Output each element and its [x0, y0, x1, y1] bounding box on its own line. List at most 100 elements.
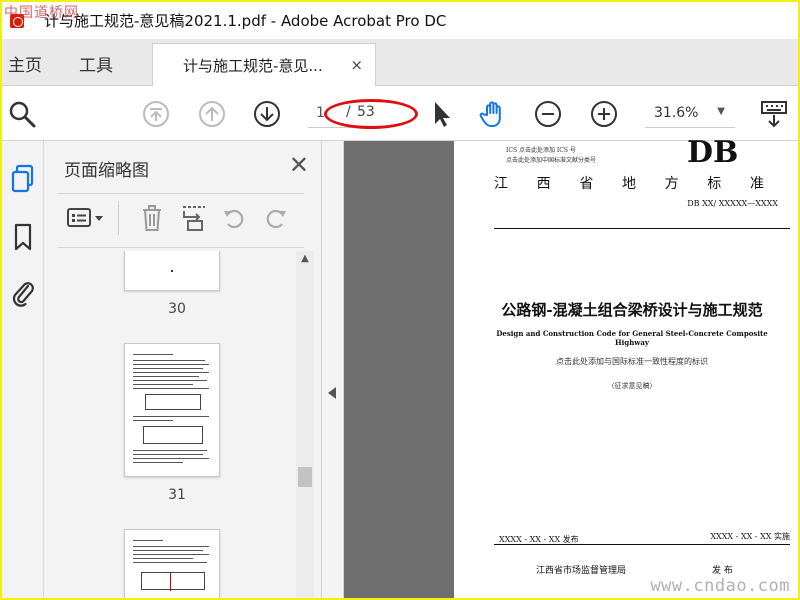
zoom-in-button[interactable]	[588, 98, 620, 130]
thumbnail-dot	[171, 270, 173, 272]
main-toolbar: 1 / 53 31.6% ▼	[2, 86, 798, 141]
rotate-left-icon	[224, 209, 244, 229]
standard-char: 省	[579, 176, 594, 192]
plus-circle-icon	[591, 101, 617, 127]
consistency-note: 点击此处添加与国际标准一致性程度的标识	[556, 357, 708, 366]
page-thumbnails-button[interactable]	[2, 159, 44, 199]
thumb-text-line	[133, 364, 209, 365]
thumb-text-line	[133, 462, 183, 463]
zoom-out-button[interactable]	[532, 98, 564, 130]
db-mark: DB	[687, 135, 739, 170]
left-navigation-rail	[2, 141, 44, 598]
collapse-arrow-icon[interactable]	[328, 387, 336, 399]
watermark-top: 中国道桥网	[4, 5, 79, 21]
standard-heading: 江 西 省 地 方 标 准	[494, 173, 764, 193]
standard-code: DB XX/ XXXXX—XXXX	[687, 199, 778, 208]
thumb-text-line	[133, 558, 193, 559]
keyboard-tools-button[interactable]	[756, 98, 792, 130]
close-panel-icon[interactable]: ✕	[289, 151, 309, 179]
ics-line: ICS 点击此处添加 ICS 号	[506, 147, 576, 154]
options-menu-button[interactable]	[64, 203, 108, 233]
thumb-text-line	[133, 354, 173, 355]
issue-label: 发 布	[712, 566, 733, 576]
insert-pages-button[interactable]	[180, 203, 208, 233]
thumb-text-line	[133, 372, 209, 373]
thumbnail-page-32[interactable]	[124, 529, 220, 598]
title-bar: 计与施工规范-意见稿2021.1.pdf - Adobe Acrobat Pro…	[2, 2, 798, 39]
footer-rule	[494, 544, 790, 545]
standard-char: 江	[494, 176, 508, 192]
thumbnail-label-31: 31	[168, 487, 186, 503]
tab-bar: 主页 工具 计与施工规范-意见... ×	[2, 39, 798, 86]
tab-document[interactable]: 计与施工规范-意见... ×	[152, 43, 376, 86]
thumb-text-line	[133, 388, 209, 389]
search-button[interactable]	[6, 98, 38, 130]
panel-title: 页面缩略图	[64, 161, 149, 181]
thumbnail-page-31[interactable]	[124, 343, 220, 477]
keyboard-download-icon	[761, 101, 787, 128]
chevron-down-icon: ▼	[717, 106, 725, 117]
rotate-left-button[interactable]	[220, 203, 248, 233]
thumbnail-list: 30 31	[58, 251, 296, 598]
document-title-cn: 公路钢-混凝土组合梁桥设计与施工规范	[501, 301, 763, 319]
thumb-text-line	[133, 458, 209, 459]
previous-page-button[interactable]	[196, 98, 228, 130]
window-title: 计与施工规范-意见稿2021.1.pdf - Adobe Acrobat Pro…	[44, 12, 447, 30]
thumb-figure	[145, 394, 201, 410]
thumb-text-line	[133, 540, 163, 541]
bookmarks-button[interactable]	[2, 217, 44, 257]
rotate-right-icon	[266, 209, 286, 229]
thumb-text-line	[133, 360, 205, 361]
next-page-button[interactable]	[251, 98, 283, 130]
tab-tools[interactable]: 工具	[79, 51, 113, 76]
thumbnails-panel: 页面缩略图 ✕ 30 31 ▲	[44, 141, 322, 598]
delete-pages-button[interactable]	[138, 203, 166, 233]
first-page-icon	[143, 101, 169, 127]
thumb-text-line	[133, 376, 199, 377]
standard-char: 准	[749, 176, 764, 192]
list-options-icon	[67, 208, 103, 227]
zoom-level-select[interactable]: 31.6% ▼	[645, 98, 735, 128]
thumb-text-line	[133, 546, 209, 547]
page-thumbnails-icon	[11, 164, 34, 193]
tab-home[interactable]: 主页	[8, 51, 42, 76]
thumb-text-line	[133, 450, 207, 451]
thumb-text-line	[133, 550, 203, 551]
document-title-en: Design and Construction Code for General…	[496, 329, 768, 347]
standard-char: 标	[707, 176, 722, 192]
thumb-figure	[141, 572, 205, 591]
issuer: 江西省市场监督管理局	[536, 566, 627, 576]
close-tab-icon[interactable]: ×	[350, 56, 363, 74]
zoom-value: 31.6%	[654, 104, 699, 121]
thumb-text-line	[133, 420, 173, 421]
thumb-figure-mark	[170, 573, 171, 591]
thumbnail-page-30[interactable]	[124, 251, 220, 291]
hand-tool-button[interactable]	[478, 98, 510, 130]
watermark-bottom: www.cndao.com	[650, 576, 790, 596]
scroll-up-icon[interactable]: ▲	[296, 253, 314, 269]
thumb-text-line	[133, 416, 209, 417]
document-viewport[interactable]: ICS 点击此处添加 ICS 号 点击此处添加中国标准文献分类号 DB 江 西 …	[322, 135, 798, 598]
thumb-text-line	[133, 554, 209, 555]
implement-date: XXXX - XX - XX 实施	[710, 532, 790, 541]
document-page: ICS 点击此处添加 ICS 号 点击此处添加中国标准文献分类号 DB 江 西 …	[454, 135, 798, 598]
thumb-text-line	[133, 454, 203, 455]
standard-char: 地	[621, 176, 636, 192]
standard-char: 西	[536, 176, 551, 192]
thumb-text-line	[133, 380, 207, 381]
draft-note: （征求意见稿）	[607, 382, 657, 390]
bookmark-icon	[14, 223, 32, 251]
pointer-arrow-icon	[435, 102, 450, 127]
select-tool-button[interactable]	[426, 98, 456, 130]
rotate-right-button[interactable]	[262, 203, 290, 233]
attachments-button[interactable]	[2, 273, 44, 313]
paperclip-icon	[12, 282, 34, 307]
minus-circle-icon	[535, 101, 561, 127]
panel-divider	[58, 193, 304, 194]
classification-line: 点击此处添加中国标准文献分类号	[506, 157, 597, 164]
scrollbar-thumb[interactable]	[298, 467, 312, 487]
collapse-panel-strip[interactable]	[322, 141, 344, 598]
thumb-figure	[143, 426, 203, 444]
first-page-button[interactable]	[140, 98, 172, 130]
thumbnail-scrollbar[interactable]: ▲	[296, 251, 314, 598]
